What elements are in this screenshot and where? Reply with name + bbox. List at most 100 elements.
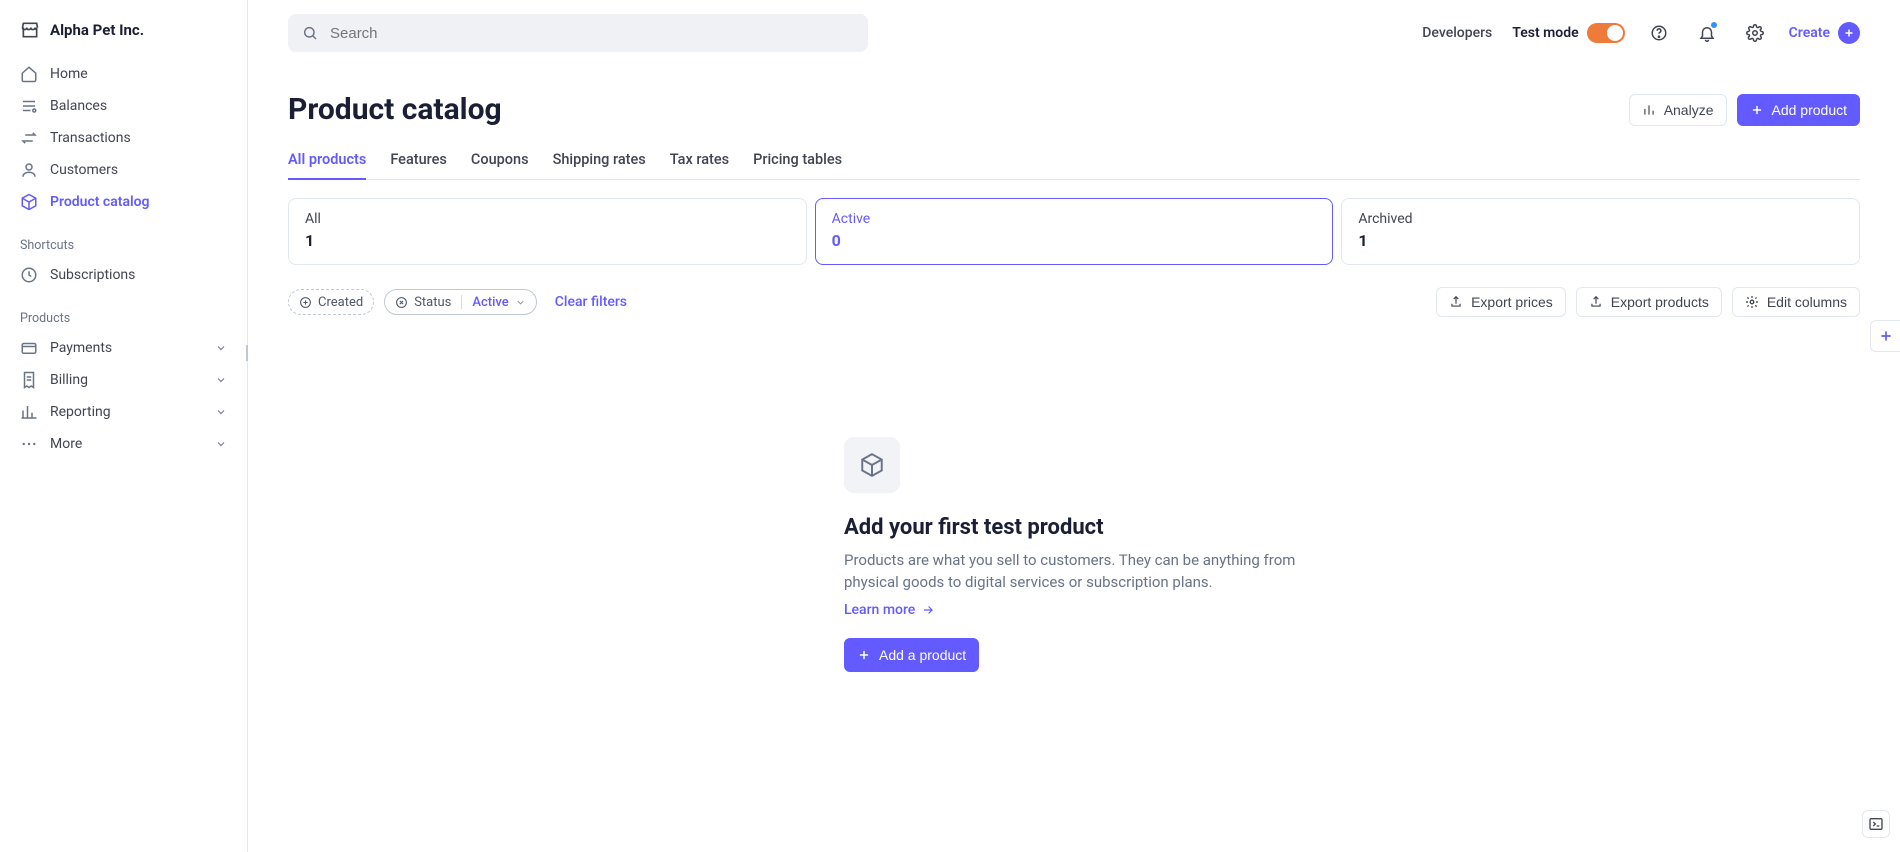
- sidebar-item-subscriptions[interactable]: Subscriptions: [8, 259, 239, 291]
- learn-more-link[interactable]: Learn more: [844, 602, 935, 618]
- sidebar-item-transactions[interactable]: Transactions: [8, 122, 239, 154]
- sidebar-item-label: Product catalog: [50, 194, 150, 210]
- empty-state: Add your first test product Products are…: [844, 437, 1304, 672]
- chevron-down-icon: [515, 297, 526, 308]
- tab-coupons[interactable]: Coupons: [471, 141, 529, 180]
- button-label: Export products: [1611, 294, 1709, 310]
- sidebar-item-reporting[interactable]: Reporting: [8, 396, 239, 428]
- gear-icon: [1745, 295, 1759, 309]
- test-mode-toggle[interactable]: Test mode: [1512, 23, 1624, 43]
- receipt-icon: [20, 371, 38, 389]
- floating-add-button[interactable]: [1870, 320, 1900, 352]
- export-prices-button[interactable]: Export prices: [1436, 287, 1566, 317]
- button-label: Add a product: [879, 647, 966, 663]
- stat-card-active[interactable]: Active 0: [815, 198, 1334, 265]
- create-label: Create: [1789, 25, 1830, 41]
- chip-value: Active: [472, 295, 508, 310]
- plus-circle-icon: [1838, 22, 1860, 44]
- stat-value: 1: [1358, 231, 1843, 250]
- plus-circle-outline-icon: [299, 296, 312, 309]
- help-icon: [1650, 24, 1668, 42]
- stat-value: 1: [305, 231, 790, 250]
- stat-label: Active: [832, 211, 1317, 227]
- plus-icon: [1878, 328, 1894, 344]
- stat-value: 0: [832, 231, 1317, 250]
- stat-card-all[interactable]: All 1: [288, 198, 807, 265]
- stat-label: All: [305, 211, 790, 227]
- chip-label: Created: [318, 295, 363, 310]
- arrow-right-icon: [921, 603, 935, 617]
- terminal-icon: [1868, 816, 1884, 832]
- analyze-button[interactable]: Analyze: [1629, 94, 1727, 126]
- chevron-down-icon: [215, 342, 227, 354]
- sidebar-item-customers[interactable]: Customers: [8, 154, 239, 186]
- package-icon: [844, 437, 900, 493]
- toggle-switch-on-icon: [1587, 23, 1625, 43]
- sidebar-section-products: Products: [8, 291, 239, 332]
- catalog-tabs: All products Features Coupons Shipping r…: [288, 141, 1860, 180]
- chevron-down-icon: [215, 406, 227, 418]
- sidebar: Alpha Pet Inc. Home Balances Transaction…: [0, 0, 248, 852]
- sidebar-item-billing[interactable]: Billing: [8, 364, 239, 396]
- balances-icon: [20, 97, 38, 115]
- plus-icon: [1750, 103, 1764, 117]
- clock-icon: [20, 266, 38, 284]
- chevron-down-icon: [215, 438, 227, 450]
- sidebar-item-label: Reporting: [50, 404, 111, 420]
- settings-button[interactable]: [1741, 19, 1769, 47]
- add-a-product-button[interactable]: Add a product: [844, 638, 979, 672]
- chip-label: Status: [414, 295, 451, 310]
- sidebar-item-product-catalog[interactable]: Product catalog: [8, 186, 239, 218]
- gear-icon: [1746, 24, 1764, 42]
- help-button[interactable]: [1645, 19, 1673, 47]
- main-content: Developers Test mode Create Product ca: [248, 0, 1900, 852]
- empty-title: Add your first test product: [844, 515, 1304, 540]
- button-label: Add product: [1772, 102, 1848, 118]
- tab-pricing-tables[interactable]: Pricing tables: [753, 141, 842, 180]
- transfer-icon: [20, 129, 38, 147]
- export-products-button[interactable]: Export products: [1576, 287, 1722, 317]
- button-label: Edit columns: [1767, 294, 1847, 310]
- package-icon: [20, 193, 38, 211]
- tab-all-products[interactable]: All products: [288, 141, 366, 180]
- tab-tax-rates[interactable]: Tax rates: [670, 141, 729, 180]
- person-icon: [20, 161, 38, 179]
- sidebar-item-label: Home: [50, 66, 88, 82]
- developers-link[interactable]: Developers: [1422, 25, 1492, 41]
- test-mode-label: Test mode: [1512, 25, 1578, 41]
- clear-filters-link[interactable]: Clear filters: [555, 294, 627, 310]
- sidebar-item-label: Billing: [50, 372, 88, 388]
- tab-features[interactable]: Features: [390, 141, 447, 180]
- filter-chip-status[interactable]: Status Active: [384, 289, 537, 315]
- sidebar-section-shortcuts: Shortcuts: [8, 218, 239, 259]
- sidebar-item-label: Transactions: [50, 130, 131, 146]
- bar-chart-icon: [20, 403, 38, 421]
- org-switcher[interactable]: Alpha Pet Inc.: [8, 12, 239, 58]
- floating-terminal-button[interactable]: [1862, 810, 1890, 838]
- card-icon: [20, 339, 38, 357]
- x-circle-outline-icon: [395, 296, 408, 309]
- export-icon: [1589, 295, 1603, 309]
- edit-columns-button[interactable]: Edit columns: [1732, 287, 1860, 317]
- sidebar-item-payments[interactable]: Payments: [8, 332, 239, 364]
- create-button[interactable]: Create: [1789, 22, 1860, 44]
- filter-chip-created[interactable]: Created: [288, 289, 374, 315]
- org-name: Alpha Pet Inc.: [50, 21, 144, 39]
- tab-shipping-rates[interactable]: Shipping rates: [553, 141, 646, 180]
- add-product-button[interactable]: Add product: [1737, 94, 1861, 126]
- export-icon: [1449, 295, 1463, 309]
- page-title: Product catalog: [288, 92, 502, 127]
- sidebar-item-home[interactable]: Home: [8, 58, 239, 90]
- notifications-button[interactable]: [1693, 19, 1721, 47]
- sidebar-item-balances[interactable]: Balances: [8, 90, 239, 122]
- button-label: Analyze: [1664, 102, 1714, 118]
- empty-body: Products are what you sell to customers.…: [844, 550, 1304, 594]
- stat-label: Archived: [1358, 211, 1843, 227]
- sidebar-item-label: Balances: [50, 98, 107, 114]
- search-input[interactable]: [288, 14, 868, 52]
- search-icon: [302, 25, 318, 41]
- stat-card-archived[interactable]: Archived 1: [1341, 198, 1860, 265]
- sidebar-item-more[interactable]: More: [8, 428, 239, 460]
- topbar: Developers Test mode Create: [288, 0, 1860, 62]
- search-field[interactable]: [328, 24, 854, 43]
